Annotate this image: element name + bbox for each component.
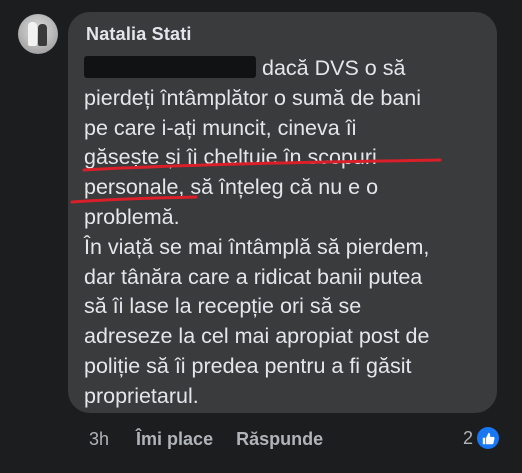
- comment-line: găsește și îi cheltuie în scopuri: [84, 145, 377, 170]
- comment-text: dacă DVS o să pierdeți întâmplător o sum…: [84, 54, 484, 412]
- comment-line: să îi lase la recepție ori să se: [84, 294, 362, 319]
- comment-line: dar tânăra care a ridicat banii putea: [84, 264, 423, 289]
- comment-bubble: Natalia Stati dacă DVS o să pierdeți înt…: [68, 12, 497, 413]
- comment-line: pierdeți întâmplător o sumă de bani: [84, 85, 422, 110]
- comment-line: personale, să înțeleg că nu e o: [84, 175, 379, 200]
- comment-line: În viață se mai întâmplă să pierdem,: [84, 234, 430, 259]
- avatar-figure-groom: [38, 24, 47, 46]
- reply-button[interactable]: Răspunde: [236, 429, 323, 449]
- comment-actions: 3h Îmi place Răspunde: [89, 429, 341, 450]
- comment-timestamp[interactable]: 3h: [89, 429, 109, 449]
- comment-line: pe care i-ați muncit, cineva îi: [84, 115, 357, 140]
- comment-line: problemă.: [84, 204, 180, 229]
- thumbs-up-icon: [477, 427, 500, 449]
- avatar[interactable]: [18, 14, 58, 54]
- comment-line: proprietarul.: [84, 383, 199, 408]
- redacted-name: [84, 56, 256, 78]
- like-button[interactable]: Îmi place: [136, 429, 213, 449]
- reaction-summary[interactable]: 2: [463, 427, 500, 449]
- avatar-figure-bride: [28, 22, 37, 46]
- comment-line-text: dacă DVS o să: [262, 56, 406, 80]
- reaction-count: 2: [463, 427, 474, 448]
- comment-screen: Natalia Stati dacă DVS o să pierdeți înt…: [0, 0, 522, 473]
- comment-line: adreseze la cel mai apropiat post de: [84, 324, 430, 349]
- comment-line: dacă DVS o să: [84, 54, 484, 84]
- comment-author[interactable]: Natalia Stati: [86, 24, 192, 45]
- comment-line: poliție să îi predea pentru a fi găsit: [84, 353, 412, 378]
